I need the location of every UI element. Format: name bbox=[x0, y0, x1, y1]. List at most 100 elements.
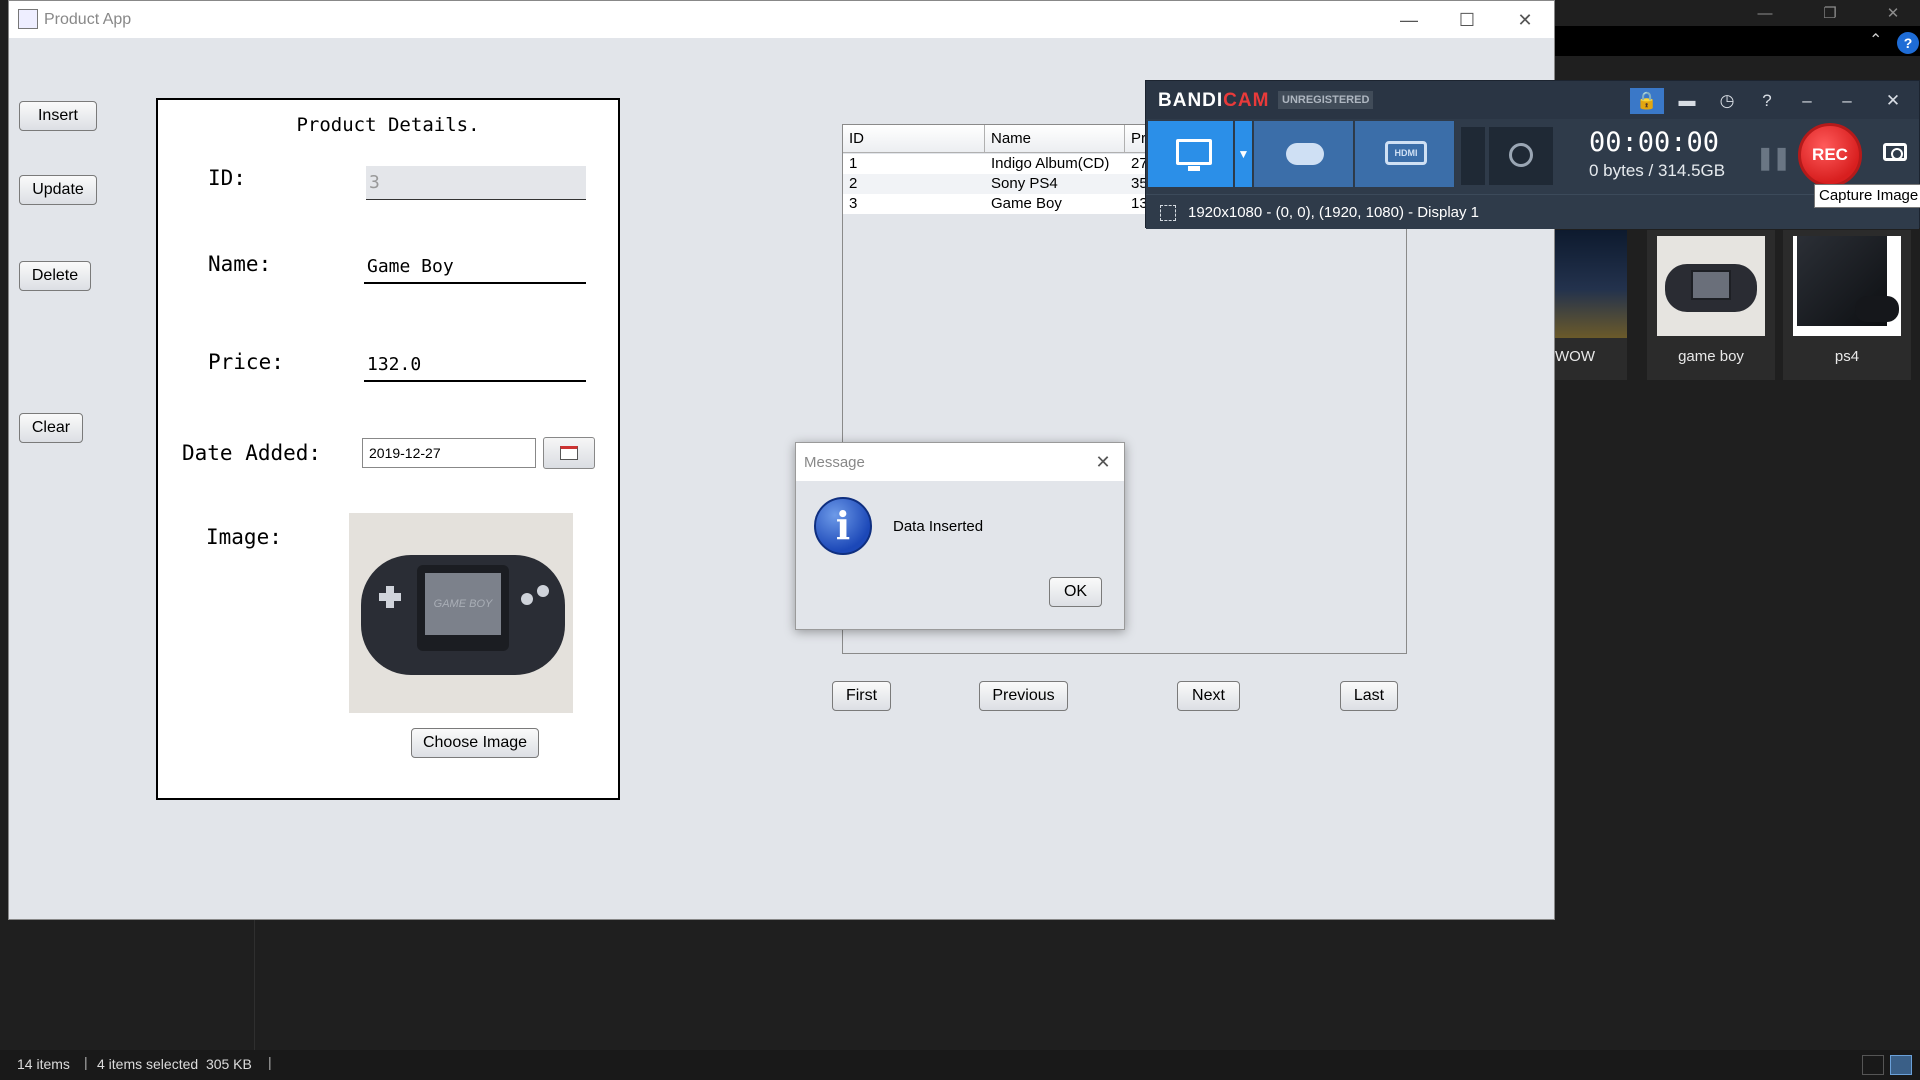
image-label: Image: bbox=[206, 525, 282, 549]
id-label: ID: bbox=[208, 166, 246, 190]
app-maximize-button[interactable]: ☐ bbox=[1445, 5, 1489, 35]
panel-title: Product Details. bbox=[296, 114, 480, 136]
status-separator: | bbox=[268, 1054, 272, 1070]
cell-name: Indigo Album(CD) bbox=[991, 155, 1110, 172]
app-close-button[interactable]: ✕ bbox=[1503, 5, 1547, 35]
monitor-icon bbox=[1176, 139, 1212, 171]
lock-icon[interactable]: 🔒 bbox=[1630, 88, 1664, 114]
rec-button[interactable]: REC bbox=[1798, 123, 1862, 187]
album-cover-image bbox=[1555, 230, 1627, 338]
thumbnail-wow[interactable]: WOW bbox=[1555, 230, 1627, 380]
product-details-panel: Product Details. ID: 3 Name: Game Boy Pr… bbox=[156, 98, 620, 800]
minimize-to-tray-icon[interactable]: – bbox=[1790, 88, 1824, 114]
date-added-label: Date Added: bbox=[182, 441, 322, 465]
bandicam-logo: BANDICAM bbox=[1158, 90, 1269, 112]
first-button[interactable]: First bbox=[832, 681, 891, 711]
product-image: GAME BOY bbox=[349, 513, 573, 713]
b-button-icon bbox=[537, 585, 549, 597]
explorer-close-button[interactable]: ✕ bbox=[1873, 2, 1913, 26]
choose-image-button[interactable]: Choose Image bbox=[411, 728, 539, 758]
info-icon: i bbox=[814, 497, 872, 555]
column-header-name[interactable]: Name bbox=[985, 125, 1125, 153]
explorer-restore-button[interactable]: ❐ bbox=[1810, 2, 1850, 26]
column-header-id[interactable]: ID bbox=[843, 125, 985, 153]
help-icon[interactable]: ? bbox=[1750, 88, 1784, 114]
dialog-titlebar: Message ✕ bbox=[796, 443, 1124, 481]
bandicam-header: BANDICAM UNREGISTERED 🔒 ▬ ◷ ? – – ✕ bbox=[1146, 81, 1919, 119]
thumbnail-ps4[interactable]: ps4 bbox=[1783, 230, 1911, 380]
bandicam-footer: 1920x1080 - (0, 0), (1920, 1080) - Displ… bbox=[1146, 194, 1919, 229]
update-button[interactable]: Update bbox=[19, 175, 97, 205]
game-recording-mode-button[interactable] bbox=[1254, 121, 1354, 187]
large-icons-view-button[interactable] bbox=[1890, 1055, 1912, 1075]
cell-name: Game Boy bbox=[991, 195, 1062, 212]
previous-button[interactable]: Previous bbox=[979, 681, 1068, 711]
thumbnail-game-boy[interactable]: game boy bbox=[1647, 230, 1775, 380]
unregistered-badge[interactable]: UNREGISTERED bbox=[1278, 91, 1374, 109]
thumbnail-label: WOW bbox=[1555, 348, 1595, 365]
folder-icon[interactable]: ▬ bbox=[1670, 88, 1704, 114]
dialog-close-button[interactable]: ✕ bbox=[1088, 449, 1118, 475]
hdmi-icon: HDMI bbox=[1385, 141, 1427, 165]
minimize-icon[interactable]: – bbox=[1830, 88, 1864, 114]
clock-icon[interactable]: ◷ bbox=[1710, 88, 1744, 114]
device-recording-mode-button[interactable]: HDMI bbox=[1355, 121, 1455, 187]
cell-name: Sony PS4 bbox=[991, 175, 1058, 192]
a-button-icon bbox=[521, 593, 533, 605]
date-picker-button[interactable] bbox=[543, 437, 595, 469]
screen-recording-mode-button[interactable] bbox=[1148, 121, 1234, 187]
recording-timer: 00:00:00 bbox=[1589, 127, 1720, 158]
explorer-minimize-button[interactable]: — bbox=[1745, 2, 1785, 26]
mode-dropdown-chevron-down-icon[interactable]: ▼ bbox=[1235, 121, 1253, 187]
cell-id: 1 bbox=[849, 155, 858, 172]
explorer-titlebar: — ❐ ✕ bbox=[1555, 0, 1920, 26]
price-label: Price: bbox=[208, 350, 284, 374]
next-button[interactable]: Next bbox=[1177, 681, 1240, 711]
dpad-icon bbox=[386, 586, 394, 608]
ps4-image bbox=[1793, 236, 1901, 336]
message-dialog: Message ✕ i Data Inserted OK bbox=[795, 442, 1125, 630]
explorer-help-icon[interactable]: ? bbox=[1897, 32, 1919, 54]
price-field[interactable]: 132.0 bbox=[364, 348, 586, 382]
insert-button[interactable]: Insert bbox=[19, 101, 97, 131]
gamepad-icon bbox=[1286, 143, 1324, 165]
calendar-icon bbox=[560, 446, 578, 460]
capture-area-info: 1920x1080 - (0, 0), (1920, 1080) - Displ… bbox=[1188, 204, 1479, 221]
java-app-icon bbox=[18, 9, 38, 29]
selection-info: 4 items selected 305 KB bbox=[97, 1056, 252, 1072]
delete-button[interactable]: Delete bbox=[19, 261, 91, 291]
pause-icon[interactable]: ❚❚ bbox=[1756, 145, 1791, 171]
dialog-message: Data Inserted bbox=[893, 518, 984, 535]
date-input[interactable]: 2019-12-27 bbox=[362, 438, 536, 468]
app-titlebar: Product App — ☐ ✕ bbox=[9, 1, 1554, 38]
game-boy-image bbox=[1657, 236, 1765, 336]
webcam-toggle[interactable] bbox=[1489, 127, 1553, 185]
item-count: 14 items bbox=[17, 1056, 70, 1072]
name-label: Name: bbox=[208, 252, 272, 276]
id-field: 3 bbox=[366, 166, 586, 200]
explorer-navigation-pane bbox=[0, 920, 255, 1050]
thumbnail-label: game boy bbox=[1678, 348, 1744, 365]
ribbon-collapse-chevron-icon[interactable]: ⌃ bbox=[1869, 30, 1882, 50]
game-boy-screen: GAME BOY bbox=[425, 573, 501, 635]
selection-area-icon[interactable] bbox=[1160, 205, 1176, 221]
explorer-ribbon bbox=[1555, 26, 1920, 56]
camera-icon[interactable] bbox=[1883, 143, 1907, 161]
clear-button[interactable]: Clear bbox=[19, 413, 83, 443]
app-minimize-button[interactable]: — bbox=[1387, 5, 1431, 35]
explorer-status-bar: 14 items | 4 items selected 305 KB | bbox=[0, 1050, 1920, 1080]
details-view-button[interactable] bbox=[1862, 1055, 1884, 1075]
logo-accent: CAM bbox=[1223, 90, 1270, 111]
speaker-mic-toggle[interactable] bbox=[1461, 127, 1485, 185]
app-title: Product App bbox=[44, 11, 132, 28]
dialog-title: Message bbox=[804, 454, 865, 471]
recording-size: 0 bytes / 314.5GB bbox=[1589, 161, 1726, 180]
thumbnail-label: ps4 bbox=[1834, 348, 1860, 365]
cell-id: 3 bbox=[849, 195, 858, 212]
last-button[interactable]: Last bbox=[1340, 681, 1398, 711]
status-separator: | bbox=[84, 1054, 88, 1070]
logo-main: BANDI bbox=[1158, 90, 1224, 111]
close-icon[interactable]: ✕ bbox=[1876, 88, 1910, 114]
name-field[interactable]: Game Boy bbox=[364, 250, 586, 284]
ok-button[interactable]: OK bbox=[1049, 577, 1102, 607]
